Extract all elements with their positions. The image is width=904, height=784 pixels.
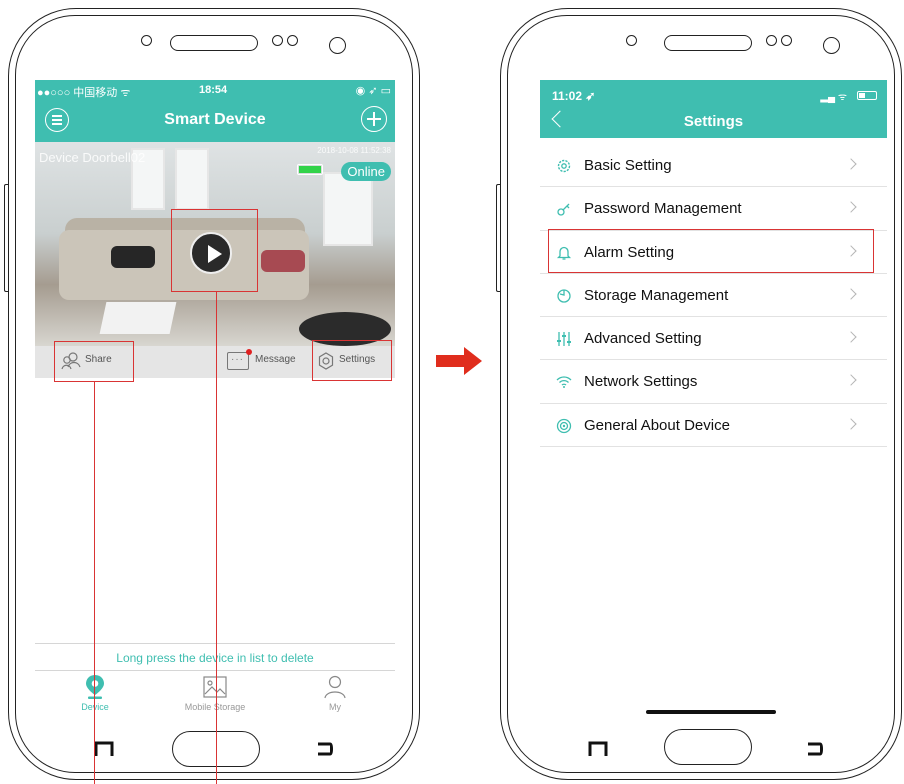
clock-label: 18:54 — [199, 84, 228, 96]
pillow — [111, 246, 155, 268]
settings-item-storage[interactable]: Storage Management — [540, 274, 887, 318]
sensor-dot — [766, 35, 777, 46]
settings-item-label: Storage Management — [584, 286, 729, 304]
flow-arrow-head — [464, 347, 482, 375]
home-button — [664, 729, 752, 765]
message-icon — [227, 352, 249, 370]
play-callout-line — [216, 292, 217, 784]
tab-my[interactable]: My — [275, 671, 395, 712]
carrier-label: ●●○○○ 中国移动 ᯤ — [37, 87, 131, 99]
page-title: Smart Device — [164, 111, 266, 128]
home-indicator[interactable] — [646, 710, 776, 714]
right-phone-screen: 11:02 ➶ ▂▄ ᯤ Settings Basic Setting Pass… — [540, 80, 887, 722]
settings-highlight — [312, 340, 392, 381]
back-key-icon — [808, 742, 823, 756]
sensor-dot — [287, 35, 298, 46]
tab-mobile-storage-label: Mobile Storage — [184, 702, 246, 712]
unread-dot — [246, 349, 252, 355]
sensor-dot — [781, 35, 792, 46]
settings-item-label: Network Settings — [584, 373, 698, 391]
camera-timestamp: 2018-10-08 11:52:38 — [317, 146, 391, 155]
page-title: Settings — [683, 113, 744, 130]
tab-bar: Device Mobile Storage My — [35, 671, 395, 719]
sensor-dot — [626, 35, 637, 46]
chevron-right-icon — [845, 288, 857, 300]
chevron-right-icon — [845, 418, 857, 430]
battery-icon — [857, 91, 877, 100]
online-badge: Online — [341, 162, 391, 181]
sliders-icon — [557, 332, 571, 347]
recent-apps-icon — [94, 741, 114, 756]
wifi-icon — [556, 376, 572, 389]
sensor-dot — [272, 35, 283, 46]
status-icons: ◉ ➶ ▭ — [355, 85, 391, 97]
flow-arrow — [436, 355, 466, 367]
key-icon — [557, 203, 570, 216]
delete-hint: Long press the device in list to delete — [35, 643, 395, 671]
recent-apps-icon — [588, 741, 608, 756]
nav-bar: Smart Device — [35, 100, 395, 142]
message-button[interactable]: Message — [255, 354, 296, 365]
share-highlight — [54, 341, 134, 382]
sensor-dot — [141, 35, 152, 46]
earpiece-slot — [170, 35, 258, 51]
tab-my-label: My — [329, 702, 341, 712]
pillow — [261, 250, 305, 272]
left-phone-screen: ●●○○○ 中国移动 ᯤ 18:54 ◉ ➶ ▭ Smart Device De… — [35, 80, 395, 722]
front-camera — [823, 37, 840, 54]
room-window — [175, 148, 209, 210]
image-icon — [203, 676, 227, 698]
battery-icon — [297, 164, 323, 175]
settings-item-basic[interactable]: Basic Setting — [540, 144, 887, 188]
share-callout-line — [94, 382, 95, 784]
storage-icon — [557, 289, 571, 303]
status-bar: ●●○○○ 中国移动 ᯤ 18:54 ◉ ➶ ▭ — [35, 80, 395, 100]
alarm-setting-highlight — [548, 229, 874, 273]
settings-item-label: Password Management — [584, 200, 742, 218]
coffee-table — [99, 302, 177, 334]
info-gear-icon — [556, 418, 572, 433]
settings-list: Basic Setting Password Management Alarm … — [540, 144, 887, 448]
front-camera — [329, 37, 346, 54]
chevron-right-icon — [845, 374, 857, 387]
signal-wifi-icon: ▂▄ ᯤ — [820, 92, 847, 103]
room-window — [323, 172, 373, 246]
settings-item-label: Basic Setting — [584, 157, 672, 174]
clock-label: 11:02 ➶ — [552, 89, 596, 103]
settings-item-password[interactable]: Password Management — [540, 187, 887, 231]
chevron-right-icon — [845, 201, 857, 213]
chevron-right-icon — [845, 331, 857, 343]
settings-item-about[interactable]: General About Device — [540, 404, 887, 448]
settings-item-label: General About Device — [584, 416, 730, 434]
settings-item-network[interactable]: Network Settings — [540, 360, 887, 404]
location-pin-icon — [86, 675, 104, 699]
device-name: Device Doorbell02 — [39, 150, 146, 165]
add-device-icon[interactable] — [361, 106, 387, 132]
settings-item-advanced[interactable]: Advanced Setting — [540, 317, 887, 361]
play-highlight — [171, 209, 258, 292]
settings-header: 11:02 ➶ ▂▄ ᯤ Settings — [540, 80, 887, 138]
back-key-icon — [318, 742, 333, 756]
tab-device[interactable]: Device — [35, 671, 155, 712]
person-icon — [324, 675, 346, 699]
settings-item-label: Advanced Setting — [584, 330, 702, 348]
gear-icon — [557, 159, 571, 173]
tab-mobile-storage[interactable]: Mobile Storage — [155, 671, 275, 712]
earpiece-slot — [664, 35, 752, 51]
chevron-right-icon — [845, 158, 857, 170]
